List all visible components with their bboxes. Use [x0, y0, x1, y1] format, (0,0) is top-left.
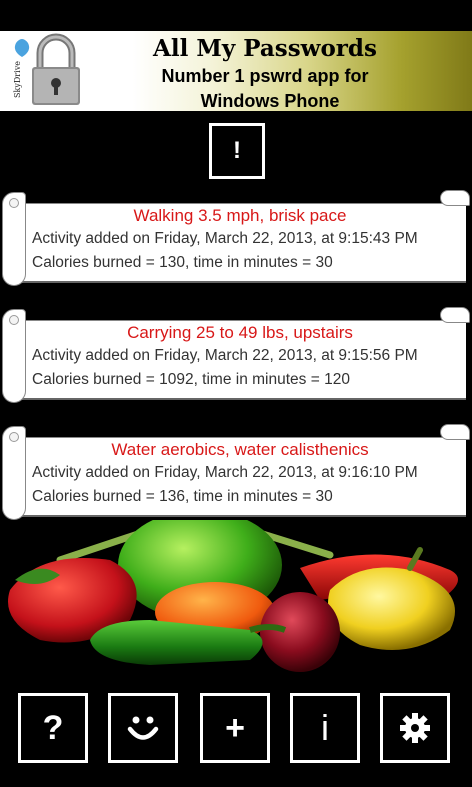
- scroll-curl-right: [440, 424, 470, 440]
- smile-button[interactable]: [108, 693, 178, 763]
- scroll-curl-right: [440, 190, 470, 206]
- activity-added: Activity added on Friday, March 22, 2013…: [32, 230, 418, 247]
- gear-icon: [400, 713, 430, 743]
- ad-logo-text: SkyDrive: [12, 60, 22, 98]
- scroll-curl-left: [2, 309, 26, 403]
- scroll-curl-right: [440, 307, 470, 323]
- activity-card[interactable]: Water aerobics, water calisthenics Activ…: [0, 424, 472, 534]
- activity-card[interactable]: Carrying 25 to 49 lbs, upstairs Activity…: [0, 307, 472, 417]
- vegetables-image: [8, 520, 458, 672]
- scroll-curl-left: [2, 426, 26, 520]
- scroll-curl-left: [2, 192, 26, 286]
- activity-stats: Calories burned = 136, time in minutes =…: [32, 488, 333, 505]
- activity-title: Walking 3.5 mph, brisk pace: [133, 206, 347, 225]
- info-button[interactable]: i: [290, 693, 360, 763]
- activity-title: Water aerobics, water calisthenics: [111, 440, 369, 459]
- settings-button[interactable]: [380, 693, 450, 763]
- ad-title: All My Passwords: [153, 35, 377, 62]
- info-label: i: [321, 707, 329, 748]
- activity-card[interactable]: Walking 3.5 mph, brisk pace Activity add…: [0, 190, 472, 300]
- add-label: +: [225, 708, 245, 747]
- activity-stats: Calories burned = 1092, time in minutes …: [32, 371, 350, 388]
- ad-tagline-2: Windows Phone: [200, 91, 340, 111]
- activity-title: Carrying 25 to 49 lbs, upstairs: [127, 323, 353, 342]
- activity-stats: Calories burned = 130, time in minutes =…: [32, 254, 333, 271]
- ad-banner[interactable]: SkyDrive All My Passwords Number 1 pswrd…: [0, 31, 472, 111]
- smiley-icon: [127, 716, 159, 740]
- activity-added: Activity added on Friday, March 22, 2013…: [32, 464, 418, 481]
- ad-tagline-1: Number 1 pswrd app for: [161, 66, 369, 86]
- activity-added: Activity added on Friday, March 22, 2013…: [32, 347, 418, 364]
- alert-button[interactable]: !: [209, 123, 265, 179]
- help-button[interactable]: ?: [18, 693, 88, 763]
- add-activity-button[interactable]: +: [200, 693, 270, 763]
- help-label: ?: [42, 708, 64, 747]
